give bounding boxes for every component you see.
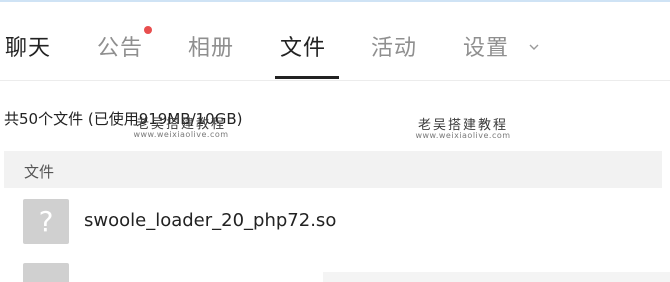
- chevron-down-icon[interactable]: [528, 41, 540, 53]
- column-header-file[interactable]: 文件: [24, 161, 54, 182]
- files-summary: 共50个文件 (已使用919MB/10GB): [4, 110, 243, 128]
- watermark-url: www.weixiaolive.com: [415, 131, 511, 140]
- tab-settings[interactable]: 设置: [463, 30, 509, 62]
- bottom-shade: [323, 272, 670, 282]
- unknown-file-icon: ?: [23, 199, 69, 244]
- watermark-url: www.weixiaolive.com: [133, 130, 229, 139]
- tab-bar: 聊天 公告 相册 文件 活动 设置: [0, 0, 670, 81]
- tab-notice[interactable]: 公告: [97, 30, 143, 62]
- group-files-page: 聊天 公告 相册 文件 活动 设置 共50个文件 (已使用919MB/10GB)…: [0, 0, 670, 282]
- file-icon: [23, 263, 69, 282]
- file-row[interactable]: ? swoole_loader_20_php72.so: [4, 196, 662, 248]
- watermark-title: 老吴搭建教程: [417, 118, 508, 133]
- watermark: 老吴搭建教程 www.weixiaolive.com: [410, 114, 516, 140]
- active-tab-underline: [275, 76, 339, 79]
- file-name[interactable]: swoole_loader_20_php72.so: [84, 210, 336, 231]
- tab-files[interactable]: 文件: [280, 30, 326, 62]
- tab-album[interactable]: 相册: [188, 30, 234, 62]
- tab-chat[interactable]: 聊天: [5, 30, 51, 62]
- table-header: 文件: [4, 151, 662, 188]
- tab-activity[interactable]: 活动: [371, 30, 417, 62]
- notification-dot-icon: [144, 26, 152, 34]
